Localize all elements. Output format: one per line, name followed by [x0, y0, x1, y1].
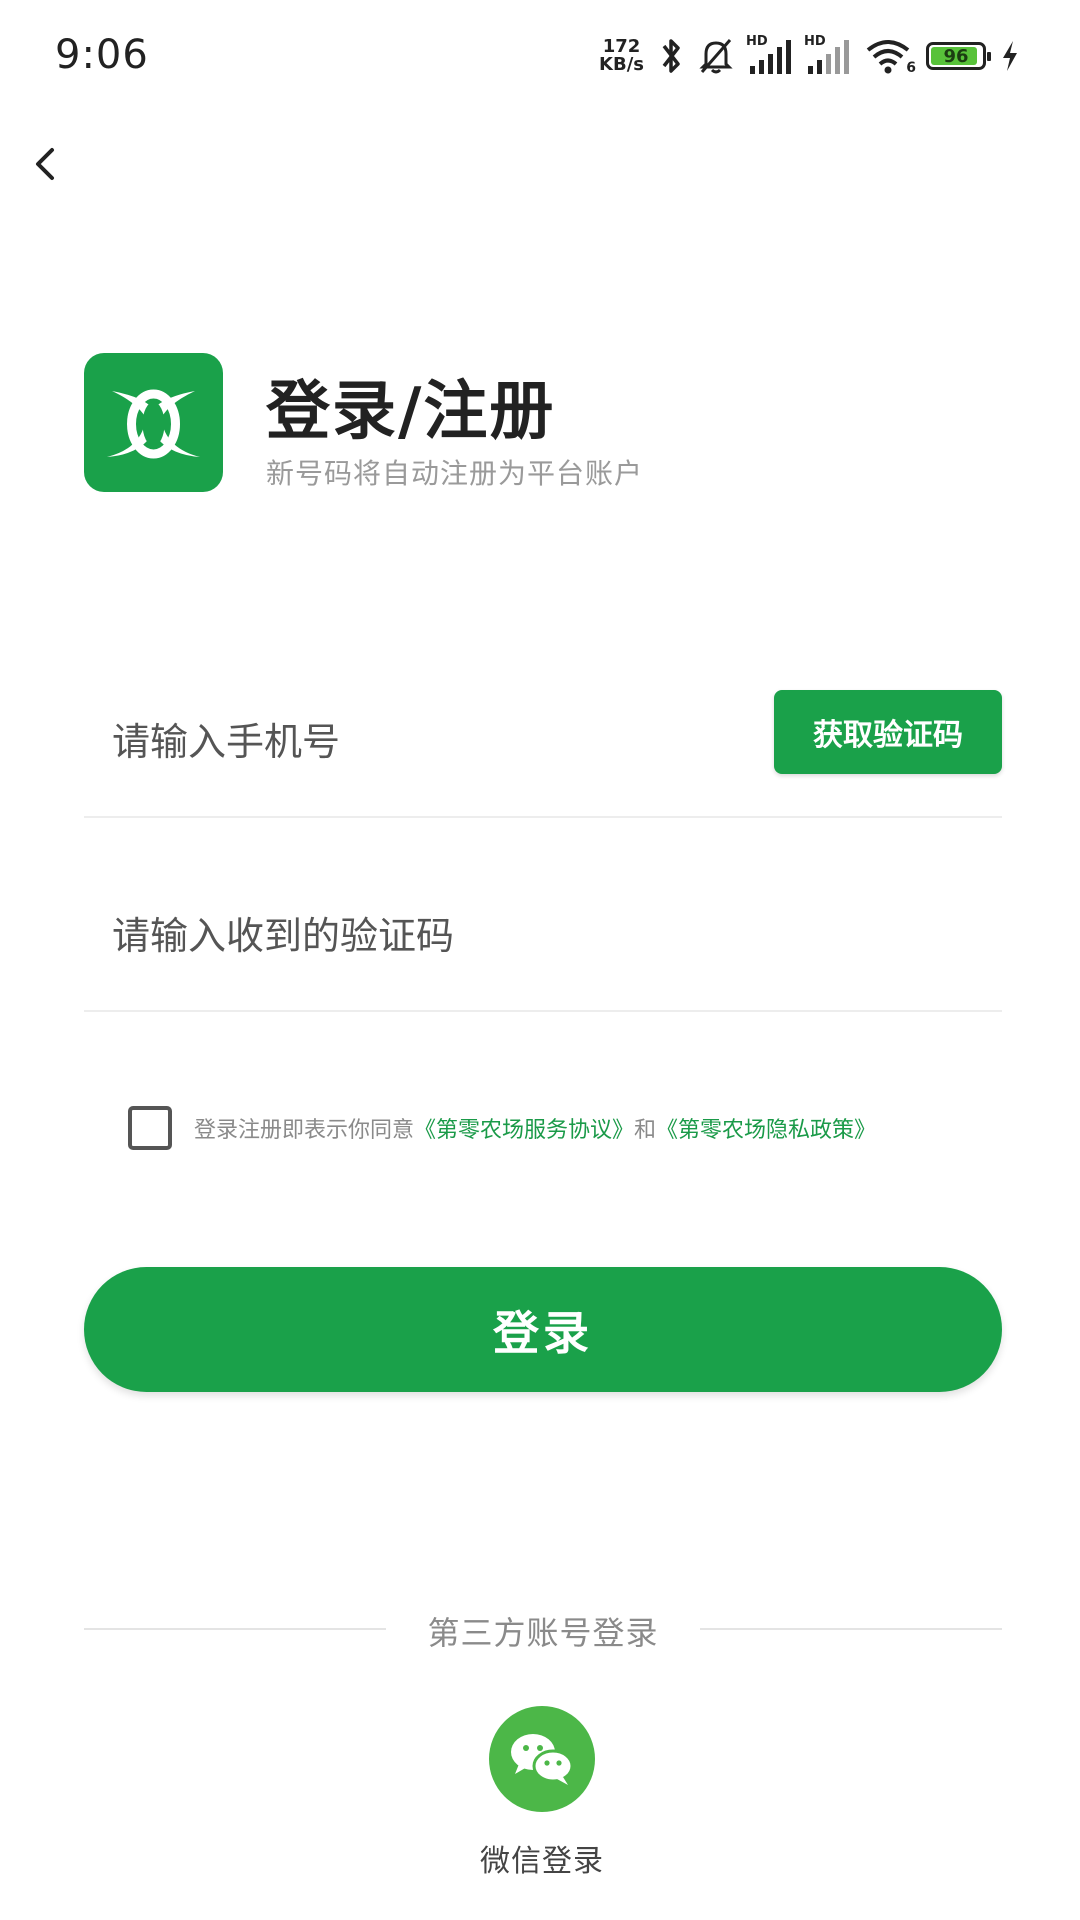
status-time: 9:06: [55, 32, 149, 78]
wechat-login-label: 微信登录: [480, 1844, 604, 1879]
battery-level: 96: [943, 45, 969, 67]
agreement-joiner: 和: [634, 1118, 657, 1143]
hd-label: HD: [804, 34, 826, 49]
signal-icon: HD: [746, 34, 792, 76]
page-title: 登录/注册: [266, 375, 556, 449]
verification-code-input[interactable]: [112, 906, 712, 966]
page-subtitle: 新号码将自动注册为平台账户: [266, 457, 644, 490]
divider-left: [84, 1628, 386, 1630]
status-bar: 9:06 172 KB/s HD HD 6 96: [0, 0, 1080, 110]
bell-muted-icon: [699, 39, 733, 74]
network-speed: 172 KB/s: [599, 38, 644, 74]
agreement-row: 登录注册即表示你同意 《第零农场服务协议》 和 《第零农场隐私政策》: [128, 1102, 1028, 1154]
agreement-prefix: 登录注册即表示你同意: [194, 1118, 415, 1143]
get-code-button[interactable]: 获取验证码: [774, 690, 1002, 774]
wifi-label: 6: [906, 60, 916, 76]
app-logo-icon: [84, 353, 223, 492]
hd-label: HD: [746, 34, 768, 49]
third-party-label: 第三方账号登录: [427, 1614, 659, 1652]
status-icons: 172 KB/s HD HD 6 96: [599, 34, 1020, 78]
wifi-icon: 6: [864, 36, 916, 76]
bluetooth-icon: [662, 39, 680, 73]
phone-field-row: 获取验证码: [84, 690, 1002, 818]
terms-link[interactable]: 《第零农场服务协议》: [414, 1112, 634, 1144]
network-speed-unit: KB/s: [599, 54, 644, 75]
signal-icon: HD: [804, 34, 850, 76]
charging-icon: [1003, 41, 1017, 71]
login-page: 9:06 172 KB/s HD HD 6 96 登录/注册 新号码将自动注册为…: [0, 0, 1080, 1920]
wechat-icon: [511, 1734, 574, 1785]
back-button[interactable]: [26, 140, 66, 188]
agreement-checkbox[interactable]: [128, 1106, 172, 1150]
chevron-left-icon: [36, 148, 54, 180]
privacy-link[interactable]: 《第零农场隐私政策》: [656, 1112, 876, 1144]
divider-right: [700, 1628, 1002, 1630]
wechat-login-button[interactable]: [489, 1706, 595, 1812]
code-field-row: [84, 816, 1002, 1012]
phone-input[interactable]: [112, 712, 712, 772]
battery-icon: 96: [926, 42, 991, 70]
login-button[interactable]: 登录: [84, 1267, 1002, 1392]
